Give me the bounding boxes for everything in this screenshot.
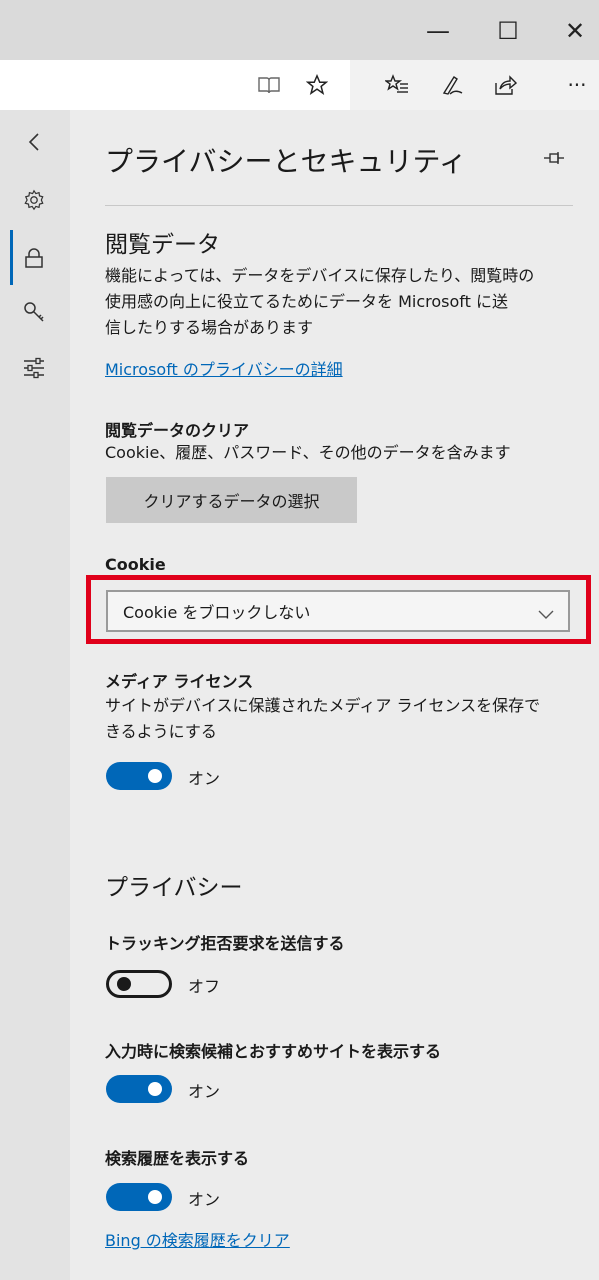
title-divider (105, 205, 573, 206)
media-license-toggle[interactable] (106, 762, 172, 790)
cookie-select[interactable]: Cookie をブロックしない (106, 590, 570, 632)
description-line: 機能によっては、データをデバイスに保存したり、閲覧時の (105, 266, 535, 285)
dnt-toggle-text: オフ (188, 977, 221, 996)
cookie-select-value: Cookie をブロックしない (123, 603, 311, 622)
address-bar[interactable] (0, 60, 350, 110)
toggle-knob (148, 769, 162, 783)
chevron-left-icon[interactable] (16, 124, 52, 160)
description-line: きるようにする (105, 722, 217, 741)
suggestions-label: 入力時に検索候補とおすすめサイトを表示する (105, 1042, 442, 1061)
toggle-knob (117, 977, 131, 991)
lock-icon[interactable] (16, 240, 52, 276)
page-title: プライバシーとセキュリティ (105, 145, 467, 178)
choose-data-to-clear-button[interactable]: クリアするデータの選択 (106, 477, 357, 523)
chevron-down-icon (538, 605, 554, 624)
search-history-label: 検索履歴を表示する (105, 1149, 250, 1168)
close-button[interactable]: ✕ (555, 14, 595, 48)
clear-data-description: Cookie、履歴、パスワード、その他のデータを含みます (105, 443, 511, 462)
description-line: サイトがデバイスに保護されたメディア ライセンスを保存で (105, 696, 541, 715)
description-line: 信したりする場合があります (105, 318, 314, 337)
settings-sidebar (0, 110, 70, 1280)
pen-icon[interactable] (435, 68, 469, 102)
browsing-data-heading: 閲覧データ (105, 232, 220, 258)
gear-icon[interactable] (16, 182, 52, 218)
toggle-knob (148, 1082, 162, 1096)
more-icon[interactable]: ··· (560, 68, 594, 102)
toggle-knob (148, 1190, 162, 1204)
key-icon[interactable] (16, 294, 52, 330)
clear-data-label: 閲覧データのクリア (105, 421, 250, 440)
favorites-list-icon[interactable] (380, 68, 414, 102)
search-history-toggle[interactable] (106, 1183, 172, 1211)
star-icon[interactable] (300, 68, 334, 102)
title-bar: — ☐ ✕ (0, 0, 599, 60)
media-license-toggle-text: オン (188, 769, 221, 788)
browsing-data-description: 機能によっては、データをデバイスに保存したり、閲覧時の 使用感の向上に役立てるた… (105, 263, 580, 341)
search-history-toggle-text: オン (188, 1190, 221, 1209)
reading-view-icon[interactable] (252, 68, 286, 102)
maximize-button[interactable]: ☐ (488, 14, 528, 48)
active-section-indicator (10, 230, 13, 285)
cookie-label: Cookie (105, 555, 166, 574)
dnt-toggle[interactable] (106, 970, 172, 998)
clear-bing-history-link[interactable]: Bing の検索履歴をクリア (105, 1227, 290, 1251)
share-icon[interactable] (488, 68, 522, 102)
sliders-icon[interactable] (16, 350, 52, 386)
pin-icon[interactable] (543, 150, 565, 169)
suggestions-toggle-text: オン (188, 1082, 221, 1101)
media-license-label: メディア ライセンス (105, 672, 254, 691)
suggestions-toggle[interactable] (106, 1075, 172, 1103)
dnt-label: トラッキング拒否要求を送信する (105, 934, 345, 953)
privacy-heading: プライバシー (105, 875, 243, 901)
media-license-description: サイトがデバイスに保護されたメディア ライセンスを保存で きるようにする (105, 693, 580, 745)
privacy-details-link[interactable]: Microsoft のプライバシーの詳細 (105, 356, 343, 380)
description-line: 使用感の向上に役立てるためにデータを Microsoft に送 (105, 292, 508, 311)
privacy-settings-panel: プライバシーとセキュリティ 閲覧データ 機能によっては、データをデバイスに保存し… (70, 110, 599, 1280)
minimize-button[interactable]: — (418, 14, 458, 48)
browser-toolbar: ··· (0, 60, 599, 110)
